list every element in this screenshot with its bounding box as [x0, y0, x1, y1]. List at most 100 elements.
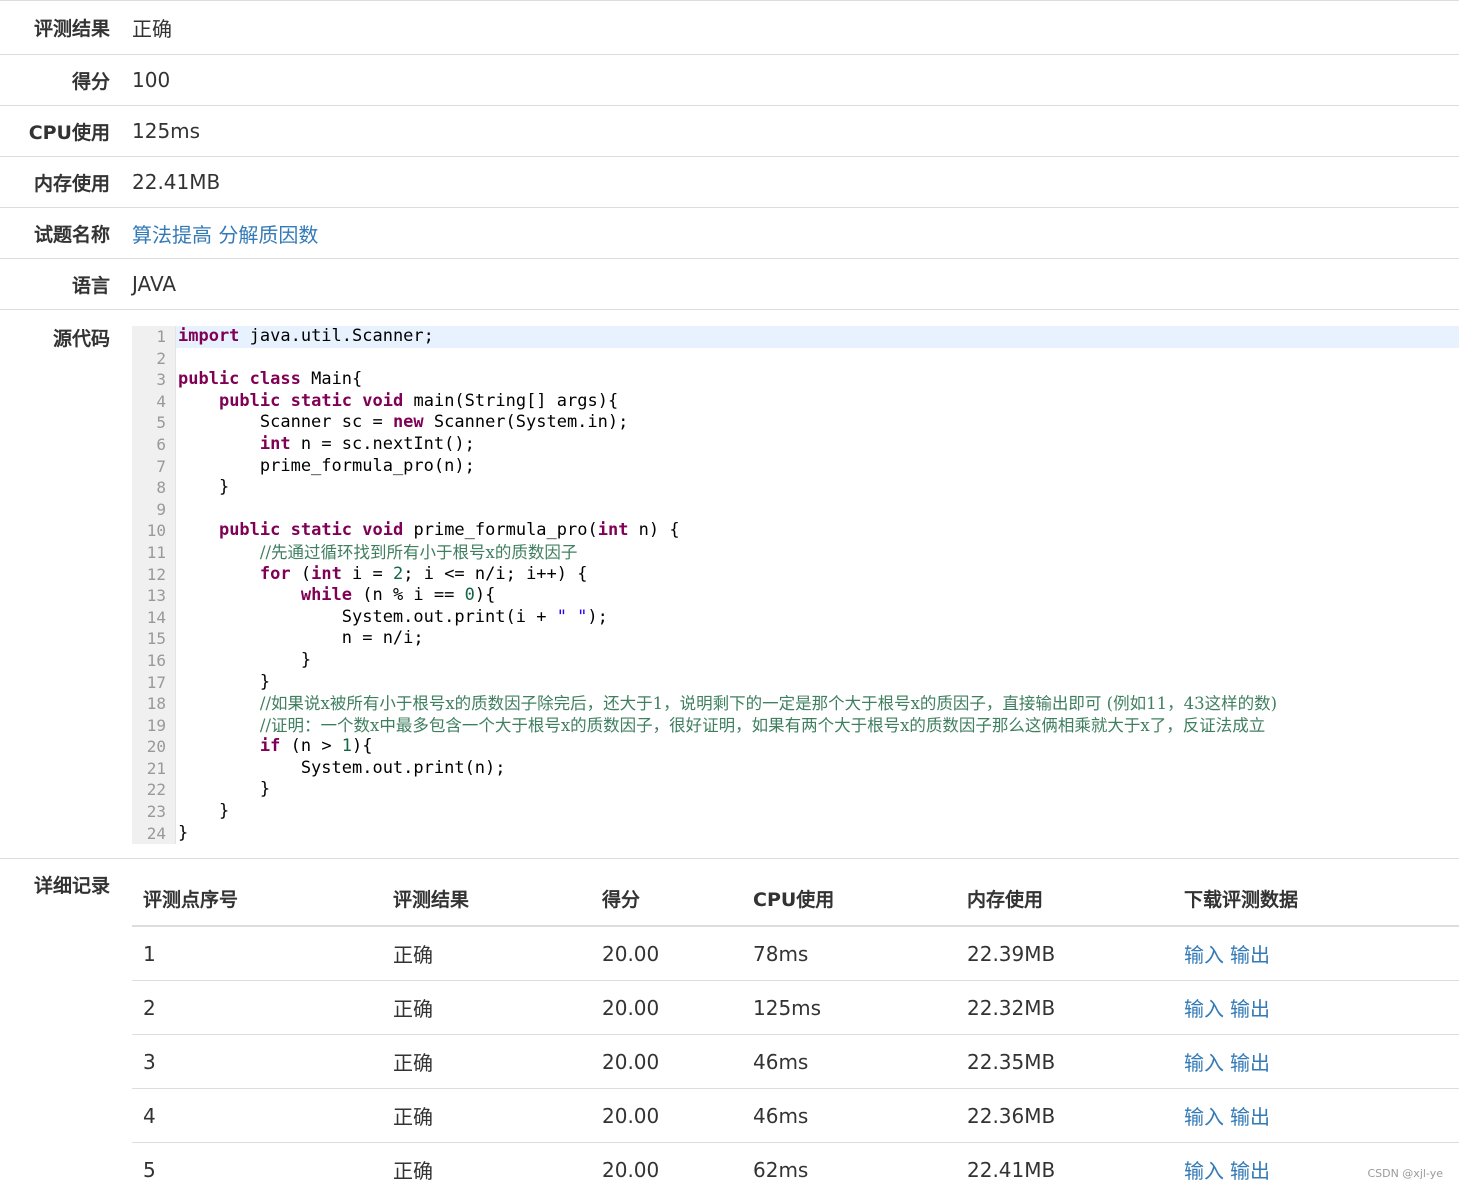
code-line: 21 System.out.print(n);	[132, 757, 1459, 780]
details-label: 详细记录	[33, 875, 110, 898]
download-output-link[interactable]: 输出	[1230, 943, 1270, 967]
line-number: 18	[132, 693, 176, 715]
row-cpu: 78ms	[753, 941, 809, 966]
col-header-memory: 内存使用	[956, 871, 1173, 928]
line-number: 16	[132, 649, 176, 672]
code-line: 20 if (n > 1){	[132, 736, 1459, 758]
line-number: 6	[132, 433, 176, 456]
row-id: 3	[132, 1034, 382, 1089]
score-value: 100	[132, 68, 171, 92]
code-line: 10 public static void prime_formula_pro(…	[132, 520, 1459, 542]
watermark-text: CSDN @xjl-ye	[1367, 1167, 1443, 1180]
row-memory: 22.41MB	[956, 1142, 1173, 1196]
table-row: 5 正确 20.00 62ms 22.41MB 输入 输出	[132, 1142, 1459, 1196]
download-input-link[interactable]: 输入	[1184, 1159, 1224, 1183]
code-line: 15 n = n/i;	[132, 628, 1459, 650]
code-line: 19 //证明：一个数x中最多包含一个大于根号x的质数因子，很好证明，如果有两个…	[132, 714, 1459, 737]
download-input-link[interactable]: 输入	[1184, 943, 1224, 967]
col-header-download: 下载评测数据	[1173, 871, 1459, 928]
download-input-link[interactable]: 输入	[1184, 1051, 1224, 1075]
source-code-label: 源代码	[52, 328, 110, 350]
code-line: 17 }	[132, 671, 1459, 694]
row-id: 5	[132, 1142, 382, 1196]
info-row-result: 评测结果 正确	[0, 0, 1459, 54]
details-section: 详细记录 评测点序号 评测结果 得分 CPU使用 内存使用 下载评测数据 1 正…	[0, 858, 1459, 1196]
line-number: 24	[132, 822, 176, 845]
code-line: 6 int n = sc.nextInt();	[132, 433, 1459, 456]
line-number: 4	[132, 390, 176, 413]
col-header-cpu: CPU使用	[742, 871, 956, 928]
code-line: 12 for (int i = 2; i <= n/i; i++) {	[132, 563, 1459, 586]
row-score: 20.00	[591, 1142, 742, 1196]
line-number: 19	[132, 714, 176, 737]
row-download: 输入 输出	[1173, 1088, 1459, 1143]
line-number: 8	[132, 477, 176, 499]
code-line: 9	[132, 498, 1459, 521]
code-line: 7 prime_formula_pro(n);	[132, 455, 1459, 478]
download-input-link[interactable]: 输入	[1184, 997, 1224, 1021]
line-number: 14	[132, 606, 176, 629]
download-output-link[interactable]: 输出	[1230, 1105, 1270, 1129]
download-output-link[interactable]: 输出	[1230, 1159, 1270, 1183]
download-input-link[interactable]: 输入	[1184, 1105, 1224, 1129]
line-number: 13	[132, 585, 176, 607]
table-row: 4 正确 20.00 46ms 22.36MB 输入 输出	[132, 1088, 1459, 1143]
info-row-language: 语言 JAVA	[0, 258, 1459, 309]
code-line: 2	[132, 347, 1459, 370]
col-header-id: 评测点序号	[132, 871, 382, 928]
download-output-link[interactable]: 输出	[1230, 1051, 1270, 1075]
row-result: 正确	[382, 1088, 591, 1143]
problem-link[interactable]: 算法提高 分解质因数	[110, 219, 318, 248]
info-row-memory: 内存使用 22.41MB	[0, 156, 1459, 207]
table-row: 3 正确 20.00 46ms 22.35MB 输入 输出	[132, 1034, 1459, 1089]
row-score: 20.00	[591, 1088, 742, 1143]
line-number: 9	[132, 498, 176, 521]
code-line: 5 Scanner sc = new Scanner(System.in);	[132, 412, 1459, 434]
row-result: 正确	[382, 1034, 591, 1089]
row-cpu: 46ms	[742, 1088, 956, 1143]
row-memory: 22.36MB	[956, 1088, 1173, 1143]
line-number: 23	[132, 801, 176, 823]
download-output-link[interactable]: 输出	[1230, 997, 1270, 1021]
line-number: 11	[132, 541, 176, 564]
row-score: 20.00	[602, 941, 660, 966]
language-value: JAVA	[132, 272, 177, 296]
row-result: 正确	[382, 1142, 591, 1196]
code-line: 18 //如果说x被所有小于根号x的质数因子除完后，还大于1，说明剩下的一定是那…	[132, 693, 1459, 715]
records-table: 评测点序号 评测结果 得分 CPU使用 内存使用 下载评测数据 1 正确 20.…	[132, 871, 1459, 1196]
row-memory: 22.35MB	[956, 1034, 1173, 1089]
col-header-score: 得分	[591, 871, 742, 928]
col-header-result: 评测结果	[382, 871, 591, 928]
line-number: 2	[132, 347, 176, 370]
row-result: 正确	[382, 980, 591, 1035]
row-download: 输入 输出	[1173, 980, 1459, 1035]
code-line: 4 public static void main(String[] args)…	[132, 390, 1459, 413]
row-cpu: 125ms	[742, 980, 956, 1035]
row-id: 2	[132, 980, 382, 1035]
info-row-problem: 试题名称 算法提高 分解质因数	[0, 207, 1459, 258]
row-score: 20.00	[591, 980, 742, 1035]
line-number: 7	[132, 455, 176, 478]
line-number: 3	[132, 369, 176, 391]
code-viewer[interactable]: 1 import java.util.Scanner; 2 3 public cla…	[132, 326, 1459, 845]
code-line: 1 import java.util.Scanner;	[132, 326, 1459, 348]
row-id: 1	[143, 941, 156, 966]
row-cpu: 62ms	[742, 1142, 956, 1196]
info-row-cpu: CPU使用 125ms	[0, 105, 1459, 156]
line-number: 21	[132, 757, 176, 780]
code-line: 24}	[132, 822, 1459, 845]
code-line: 11 //先通过循环找到所有小于根号x的质数因子	[132, 541, 1459, 564]
code-line: 8 }	[132, 477, 1459, 499]
line-number: 12	[132, 563, 176, 586]
language-label: 语言	[71, 274, 110, 297]
row-memory: 22.39MB	[967, 941, 1056, 966]
cpu-label: CPU使用	[28, 121, 110, 144]
row-cpu: 46ms	[742, 1034, 956, 1089]
code-line: 22 }	[132, 779, 1459, 802]
row-download: 输入 输出	[1173, 926, 1459, 981]
memory-value: 22.41MB	[132, 170, 221, 194]
line-number: 5	[132, 412, 176, 434]
line-number: 20	[132, 736, 176, 758]
info-row-score: 得分 100	[0, 54, 1459, 105]
code-line: 13 while (n % i == 0){	[132, 585, 1459, 607]
